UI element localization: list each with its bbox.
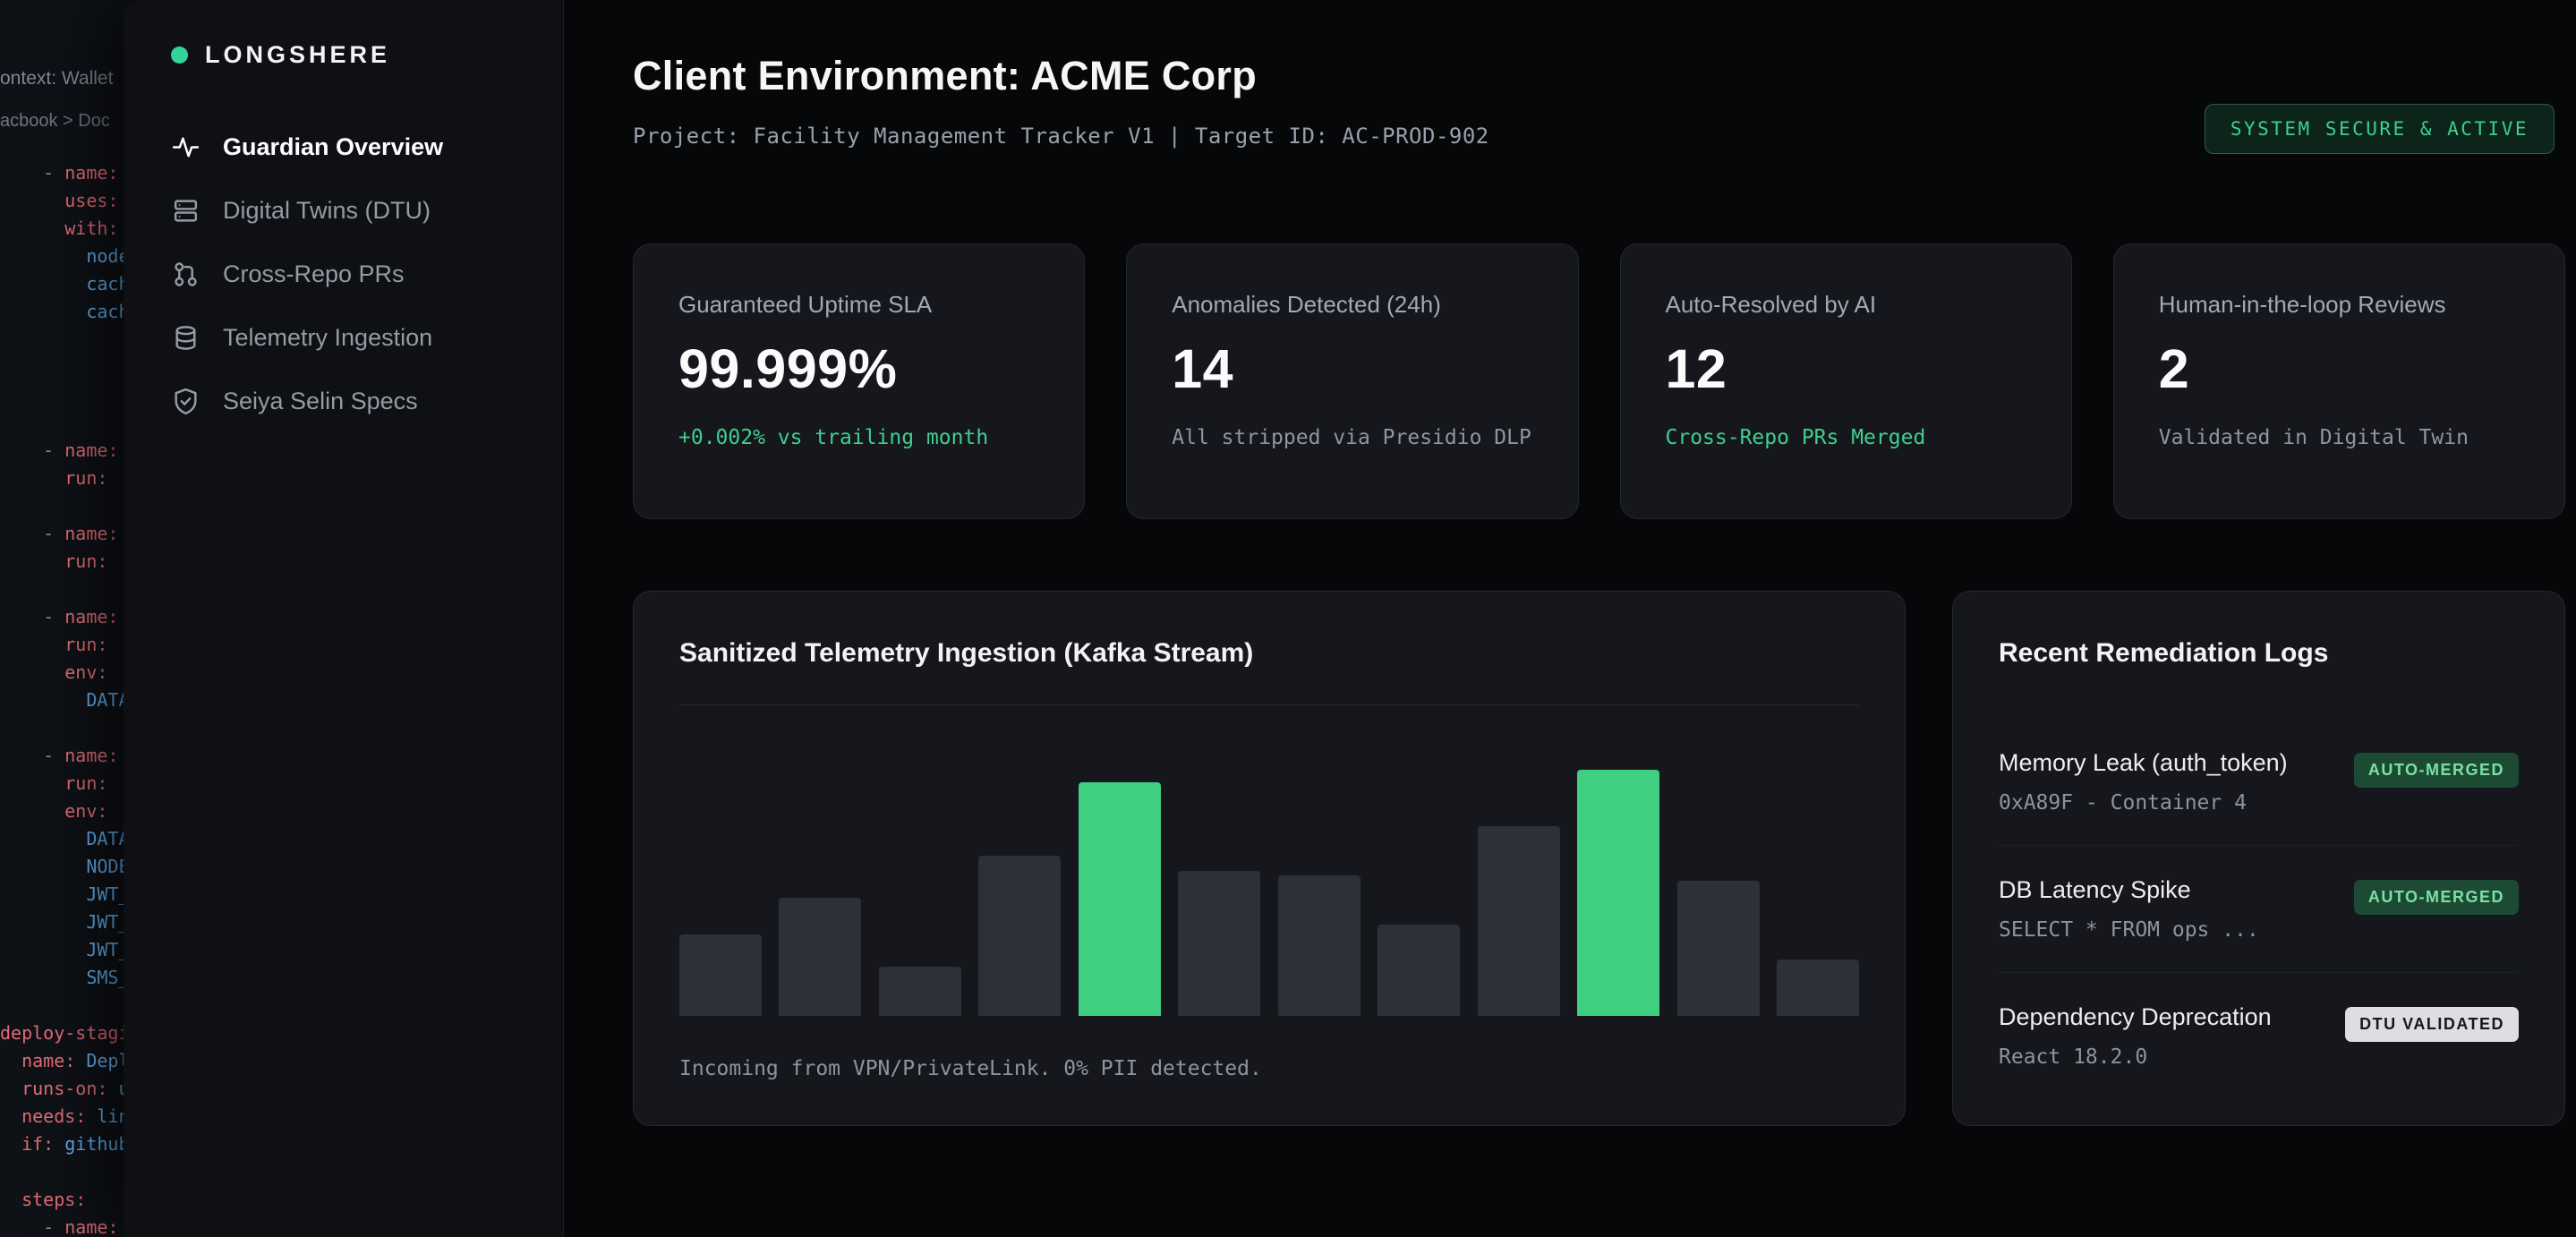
log-status-badge: DTU VALIDATED bbox=[2345, 1007, 2519, 1042]
brand: LONGSHERE bbox=[171, 41, 563, 69]
divider bbox=[679, 704, 1859, 705]
log-item-dependency-deprecation[interactable]: Dependency Deprecation React 18.2.0 DTU … bbox=[1999, 973, 2519, 1099]
stat-label: Human-in-the-loop Reviews bbox=[2159, 291, 2520, 319]
sidebar-nav: Guardian Overview Digital Twins (DTU) Cr… bbox=[171, 115, 563, 433]
stat-value: 99.999% bbox=[678, 342, 1039, 397]
stat-note: All stripped via Presidio DLP bbox=[1172, 423, 1532, 452]
sidebar-item-guardian-overview[interactable]: Guardian Overview bbox=[171, 115, 563, 179]
log-item-db-latency[interactable]: DB Latency Spike SELECT * FROM ops ... A… bbox=[1999, 846, 2519, 973]
editor-window-title: ontext: Wallet bbox=[0, 68, 113, 90]
chart-bar bbox=[978, 856, 1061, 1016]
log-detail: SELECT * FROM ops ... bbox=[1999, 918, 2259, 942]
sidebar-item-label: Digital Twins (DTU) bbox=[223, 197, 431, 225]
sidebar-item-seiya-selin-specs[interactable]: Seiya Selin Specs bbox=[171, 370, 563, 433]
system-status-badge: SYSTEM SECURE & ACTIVE bbox=[2205, 104, 2555, 154]
chart-bar bbox=[1178, 871, 1260, 1016]
chart-bar bbox=[1478, 826, 1560, 1016]
content-row: Sanitized Telemetry Ingestion (Kafka Str… bbox=[633, 591, 2565, 1126]
chart-bar-highlight bbox=[1577, 770, 1659, 1016]
log-detail: React 18.2.0 bbox=[1999, 1045, 2272, 1069]
chart-bar bbox=[879, 967, 961, 1016]
sidebar-item-digital-twins[interactable]: Digital Twins (DTU) bbox=[171, 179, 563, 243]
sidebar: LONGSHERE Guardian Overview Digital Twin… bbox=[124, 0, 564, 1237]
activity-icon bbox=[171, 132, 200, 162]
log-text: DB Latency Spike SELECT * FROM ops ... bbox=[1999, 876, 2259, 942]
stat-value: 14 bbox=[1172, 342, 1532, 397]
brand-dot-icon bbox=[171, 47, 188, 64]
brand-name: LONGSHERE bbox=[205, 41, 390, 69]
stat-note: Cross-Repo PRs Merged bbox=[1666, 423, 2026, 452]
remediation-logs-card: Recent Remediation Logs Memory Leak (aut… bbox=[1952, 591, 2565, 1126]
stats-row: Guaranteed Uptime SLA 99.999% +0.002% vs… bbox=[633, 243, 2565, 519]
stat-label: Auto-Resolved by AI bbox=[1666, 291, 2026, 319]
page-title: Client Environment: ACME Corp bbox=[633, 54, 1489, 98]
sidebar-item-telemetry-ingestion[interactable]: Telemetry Ingestion bbox=[171, 306, 563, 370]
chart-bar bbox=[1777, 960, 1859, 1016]
database-icon bbox=[171, 323, 200, 353]
sidebar-item-label: Telemetry Ingestion bbox=[223, 324, 432, 352]
log-text: Dependency Deprecation React 18.2.0 bbox=[1999, 1003, 2272, 1069]
stat-label: Anomalies Detected (24h) bbox=[1172, 291, 1532, 319]
chart-bar bbox=[1278, 875, 1361, 1016]
page-subtitle: Project: Facility Management Tracker V1 … bbox=[633, 124, 1489, 149]
digital-twins-icon bbox=[171, 196, 200, 226]
log-title: DB Latency Spike bbox=[1999, 876, 2259, 904]
chart-caption: Incoming from VPN/PrivateLink. 0% PII de… bbox=[679, 1057, 1859, 1080]
stat-card-human-reviews: Human-in-the-loop Reviews 2 Validated in… bbox=[2113, 243, 2565, 519]
log-detail: 0xA89F - Container 4 bbox=[1999, 791, 2288, 815]
shield-check-icon bbox=[171, 387, 200, 416]
sidebar-item-label: Seiya Selin Specs bbox=[223, 388, 418, 415]
logs-title: Recent Remediation Logs bbox=[1999, 638, 2519, 669]
sidebar-item-label: Guardian Overview bbox=[223, 133, 443, 161]
stat-value: 12 bbox=[1666, 342, 2026, 397]
header-text: Client Environment: ACME Corp Project: F… bbox=[633, 54, 1489, 149]
pull-request-icon bbox=[171, 260, 200, 289]
log-title: Dependency Deprecation bbox=[1999, 1003, 2272, 1031]
log-text: Memory Leak (auth_token) 0xA89F - Contai… bbox=[1999, 749, 2288, 815]
main-content: Client Environment: ACME Corp Project: F… bbox=[564, 0, 2576, 1237]
sidebar-item-label: Cross-Repo PRs bbox=[223, 260, 405, 288]
stat-note: +0.002% vs trailing month bbox=[678, 423, 1039, 452]
chart-title: Sanitized Telemetry Ingestion (Kafka Str… bbox=[679, 638, 1859, 669]
chart-bar bbox=[779, 898, 861, 1016]
stat-card-anomalies: Anomalies Detected (24h) 14 All stripped… bbox=[1126, 243, 1578, 519]
chart-bar bbox=[1378, 925, 1460, 1016]
log-status-badge: AUTO-MERGED bbox=[2354, 753, 2519, 788]
log-item-memory-leak[interactable]: Memory Leak (auth_token) 0xA89F - Contai… bbox=[1999, 719, 2519, 846]
telemetry-bar-chart bbox=[679, 770, 1859, 1016]
telemetry-chart-card: Sanitized Telemetry Ingestion (Kafka Str… bbox=[633, 591, 1906, 1126]
log-list: Memory Leak (auth_token) 0xA89F - Contai… bbox=[1999, 719, 2519, 1099]
sidebar-item-cross-repo-prs[interactable]: Cross-Repo PRs bbox=[171, 243, 563, 306]
stat-card-auto-resolved: Auto-Resolved by AI 12 Cross-Repo PRs Me… bbox=[1620, 243, 2072, 519]
stat-note: Validated in Digital Twin bbox=[2159, 423, 2520, 452]
chart-bar bbox=[679, 934, 762, 1016]
editor-breadcrumb: acbook > Doc bbox=[0, 111, 110, 132]
stat-card-uptime-sla: Guaranteed Uptime SLA 99.999% +0.002% vs… bbox=[633, 243, 1085, 519]
chart-bar bbox=[1677, 881, 1760, 1016]
stat-label: Guaranteed Uptime SLA bbox=[678, 291, 1039, 319]
app-window: LONGSHERE Guardian Overview Digital Twin… bbox=[124, 0, 2576, 1237]
page-header: Client Environment: ACME Corp Project: F… bbox=[633, 54, 2565, 154]
stat-value: 2 bbox=[2159, 342, 2520, 397]
chart-bar-highlight bbox=[1079, 782, 1161, 1016]
log-status-badge: AUTO-MERGED bbox=[2354, 880, 2519, 915]
log-title: Memory Leak (auth_token) bbox=[1999, 749, 2288, 777]
screen: ontext: Wallet acbook > Doc - name: uses… bbox=[0, 0, 2576, 1237]
